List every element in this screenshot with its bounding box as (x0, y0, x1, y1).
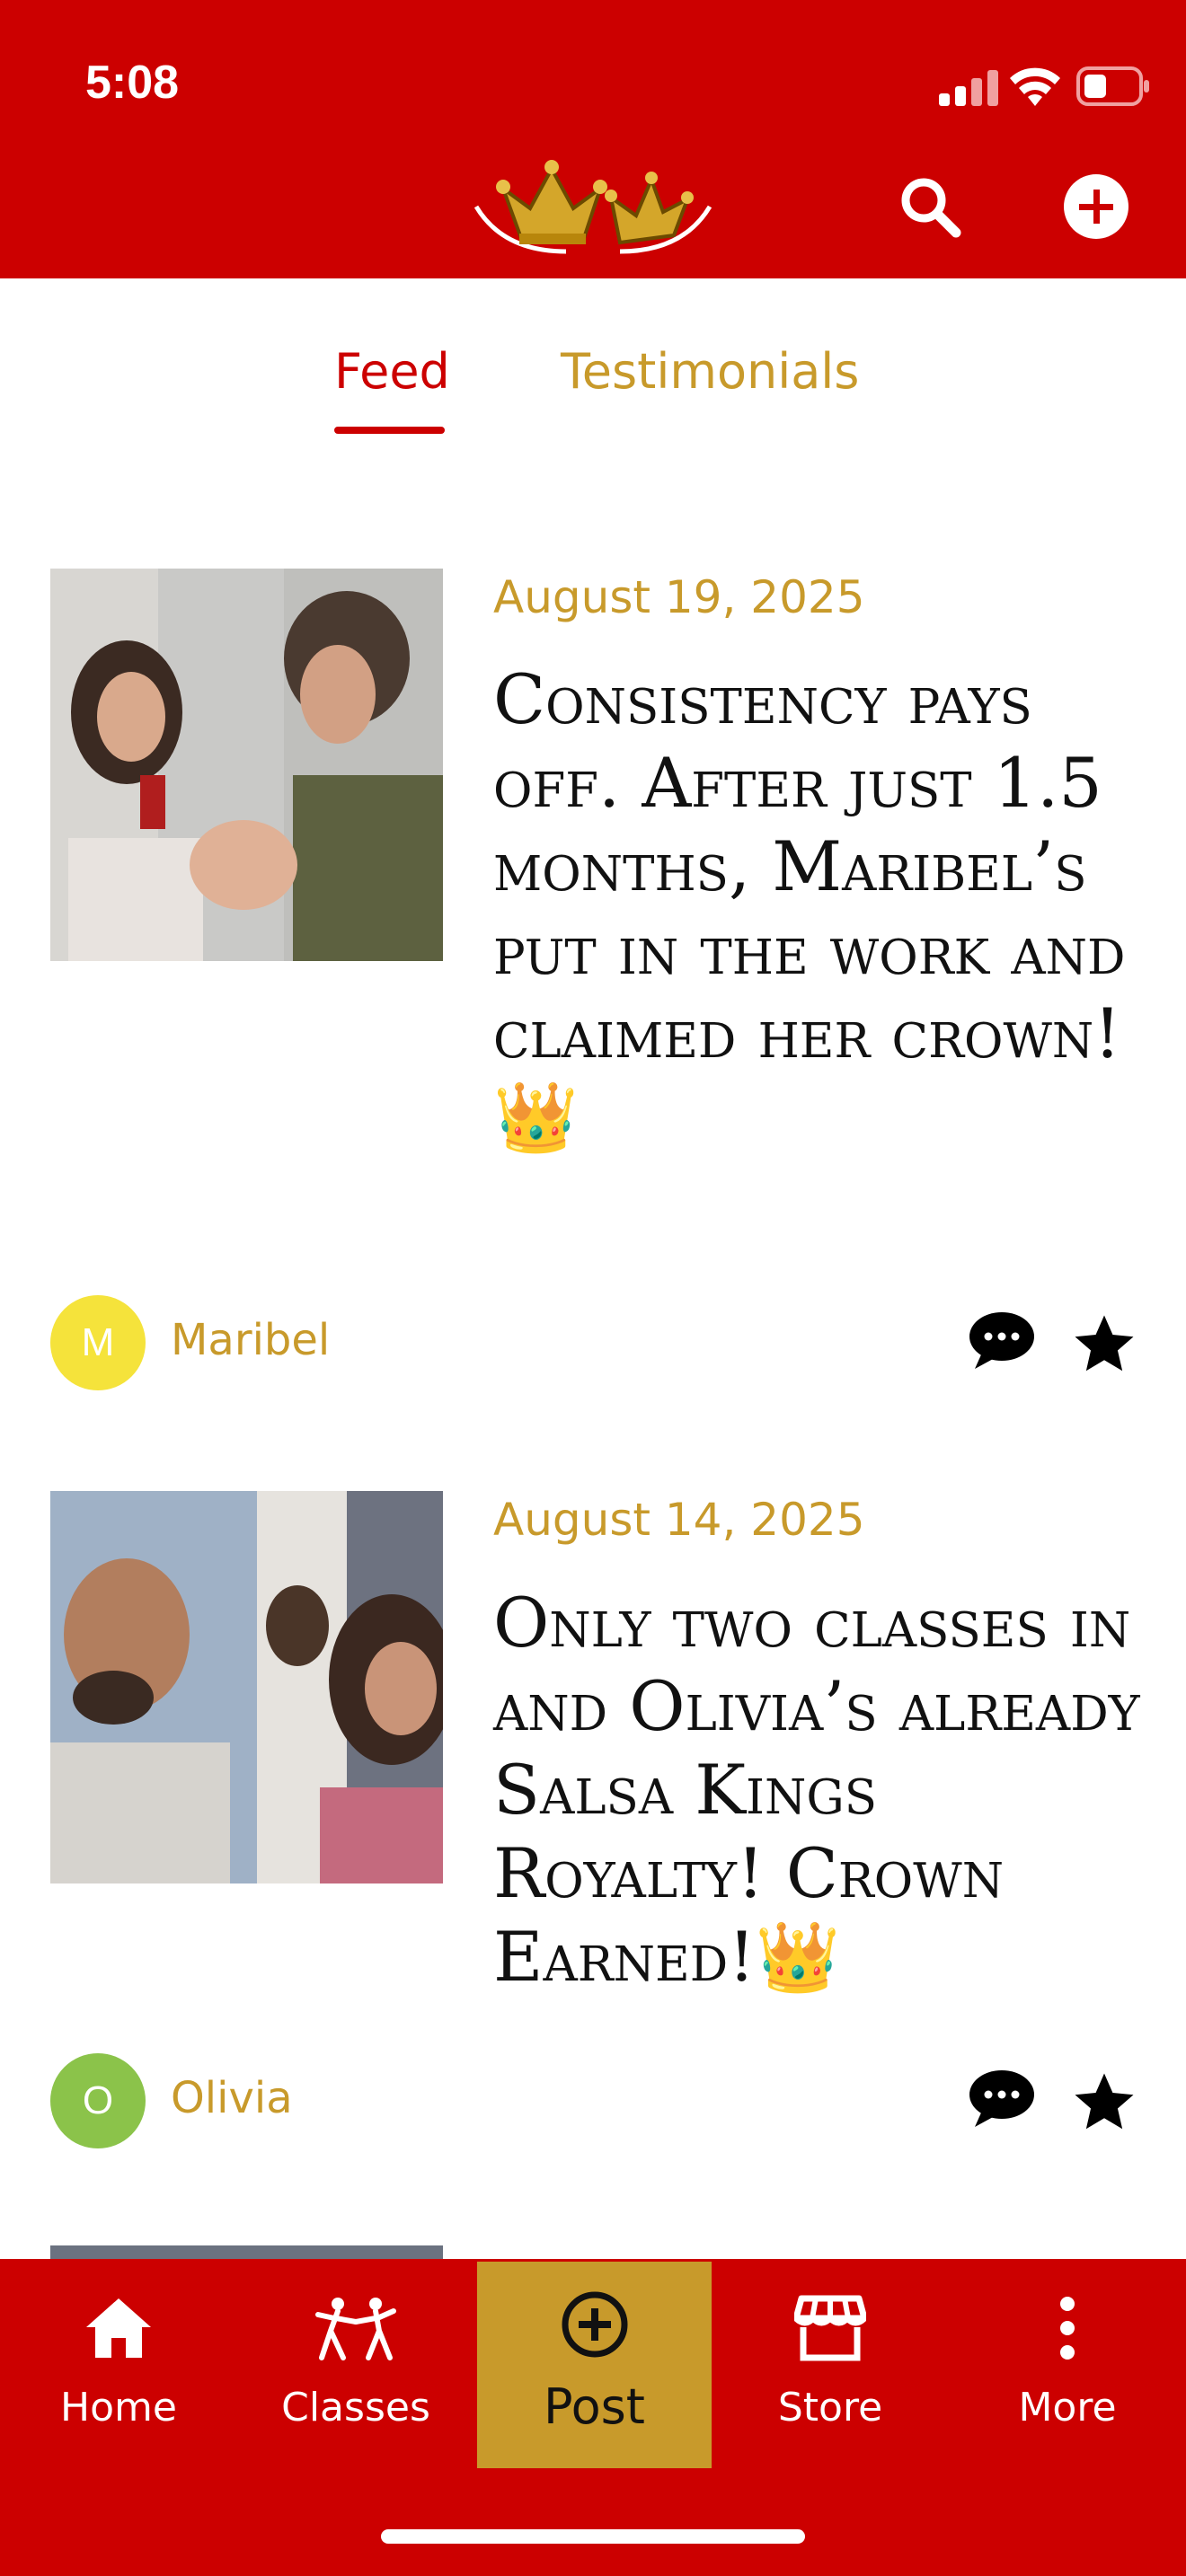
author-name[interactable]: Olivia (171, 2073, 293, 2123)
nav-label: Classes (281, 2385, 430, 2430)
nav-post[interactable]: Post (477, 2262, 712, 2468)
post-title[interactable]: Only two classes in and Olivia’s already… (493, 1581, 1140, 1998)
nav-classes[interactable]: Classes (237, 2259, 474, 2466)
battery-icon (1076, 66, 1149, 106)
nav-store[interactable]: Store (712, 2259, 949, 2466)
star-icon[interactable] (1069, 2068, 1139, 2138)
nav-label: Home (60, 2385, 177, 2430)
add-post-icon[interactable] (1056, 166, 1137, 247)
author-name[interactable]: Maribel (171, 1315, 330, 1365)
search-icon[interactable] (890, 166, 970, 247)
nav-label: Post (544, 2378, 645, 2435)
post-date: August 14, 2025 (493, 1494, 865, 1546)
avatar[interactable]: O (50, 2053, 146, 2148)
home-icon (86, 2298, 151, 2358)
cellular-signal-icon (939, 70, 998, 106)
store-icon (794, 2295, 866, 2361)
nav-label: Store (777, 2385, 883, 2430)
nav-home[interactable]: Home (0, 2259, 237, 2466)
star-icon[interactable] (1069, 1310, 1139, 1380)
post-photo[interactable] (50, 569, 443, 961)
more-vertical-icon (1060, 2297, 1075, 2360)
comment-icon[interactable] (966, 1310, 1038, 1372)
active-tab-indicator (334, 427, 445, 434)
status-time: 5:08 (85, 57, 180, 109)
tab-testimonials[interactable]: Testimonials (561, 343, 859, 400)
crown-logo (474, 160, 712, 254)
feed-tabs: Feed Testimonials (0, 278, 1186, 458)
home-indicator[interactable] (381, 2529, 805, 2544)
post-date: August 19, 2025 (493, 571, 865, 623)
nav-label: More (1018, 2385, 1117, 2430)
comment-icon[interactable] (966, 2068, 1038, 2130)
post-photo[interactable] (50, 1491, 443, 1883)
avatar[interactable]: M (50, 1295, 146, 1390)
tab-feed[interactable]: Feed (334, 343, 450, 400)
plus-circle-icon (562, 2291, 627, 2358)
post-title[interactable]: Consistency pays off. After just 1.5 mon… (493, 657, 1140, 1159)
app-header: 5:08 (0, 0, 1186, 278)
wifi-icon (1010, 67, 1060, 106)
dancers-icon (315, 2298, 396, 2360)
nav-more[interactable]: More (949, 2259, 1186, 2466)
